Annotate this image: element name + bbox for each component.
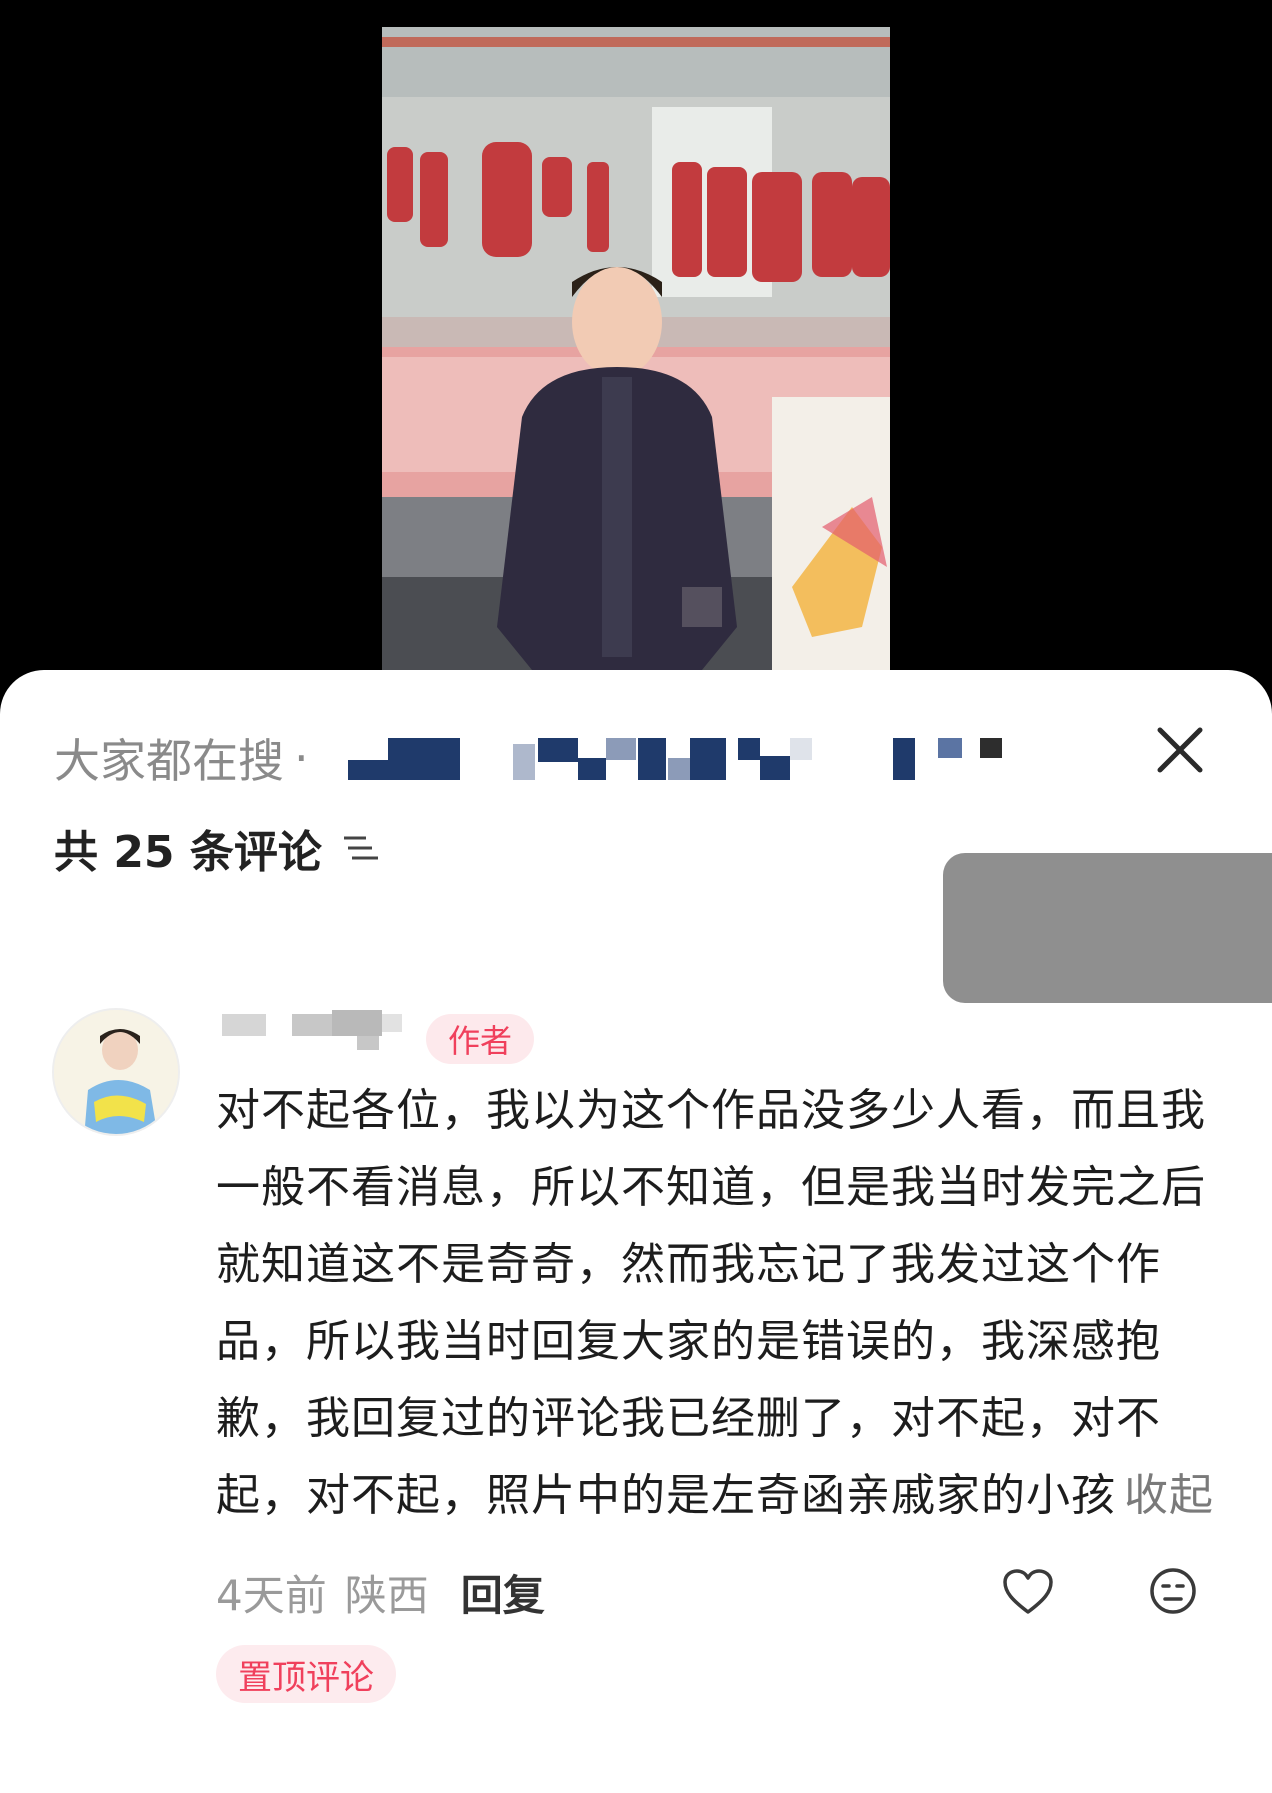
search-suggestion[interactable]: 大家都在搜 · xyxy=(54,728,319,788)
sort-icon[interactable] xyxy=(342,832,382,864)
emoji-icon[interactable] xyxy=(1148,1566,1198,1616)
comment-time: 4天前 xyxy=(216,1570,327,1620)
comment-text: 对不起各位，我以为这个作品没多少人看，而且我一般不看消息，所以不知道，但是我当时… xyxy=(216,1085,1206,1521)
avatar[interactable] xyxy=(52,1008,180,1136)
heart-icon[interactable] xyxy=(1002,1568,1054,1616)
author-badge-label: 作者 xyxy=(448,1022,513,1060)
search-suggestion-label: 大家都在搜 xyxy=(54,734,284,788)
author-badge: 作者 xyxy=(426,1014,535,1064)
comment-location: 陕西 xyxy=(344,1570,429,1620)
post-photo xyxy=(382,27,890,670)
comment-body: 对不起各位，我以为这个作品没多少人看，而且我一般不看消息，所以不知道，但是我当时… xyxy=(216,1072,1216,1534)
redacted-overlay xyxy=(943,853,1272,1003)
pinned-comment-label: 置顶评论 xyxy=(238,1657,374,1698)
redacted-search-term xyxy=(348,738,1002,780)
avatar-image xyxy=(54,1010,178,1134)
separator-dot: · xyxy=(294,731,309,785)
comment-count-header: 共 25 条评论 xyxy=(54,818,382,878)
collapse-link[interactable]: 收起 xyxy=(1124,1470,1214,1521)
video-area[interactable] xyxy=(0,0,1272,700)
username-redacted[interactable] xyxy=(222,1010,402,1050)
comment-sheet: 大家都在搜 · 共 25 条评论 作者 对不起各位，我以为这个作品没多少人看，而… xyxy=(0,670,1272,1793)
comment-meta: 4天前 陕西 回复 xyxy=(216,1560,545,1624)
comment-count-label: 共 25 条评论 xyxy=(54,827,322,878)
reply-button[interactable]: 回复 xyxy=(461,1562,545,1623)
pinned-comment-badge: 置顶评论 xyxy=(216,1645,396,1703)
close-icon[interactable] xyxy=(1152,722,1208,778)
